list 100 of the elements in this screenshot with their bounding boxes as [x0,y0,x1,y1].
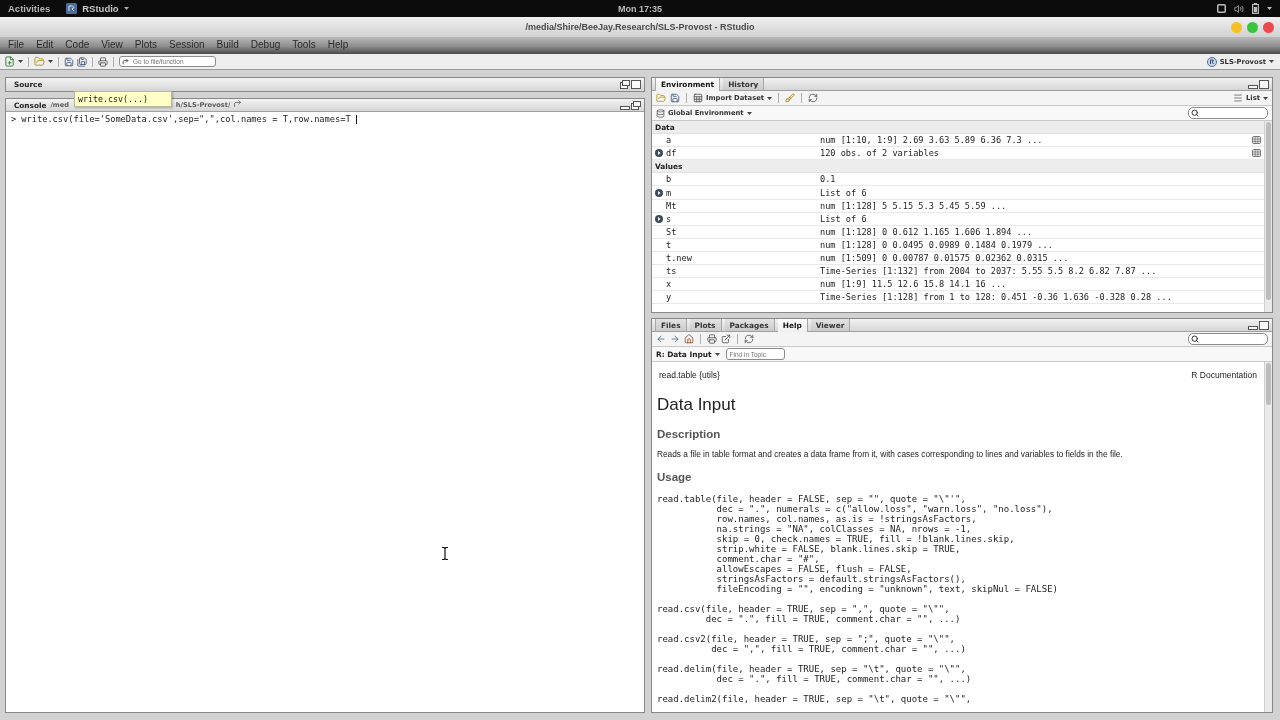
variable-name: a [666,135,673,146]
scrollbar[interactable] [1264,362,1272,712]
app-icon [66,3,78,14]
clock[interactable]: Mon 17:35 [618,3,662,14]
caret-icon [714,352,720,356]
usage-code-text: read.csv2(file, header = TRUE, sep = ";", quote = "\"", dec = ",", fill = TRUE, comment.char = "", ...) [657,634,967,654]
variable-value: List of 6 [820,213,868,224]
project-icon [1206,56,1217,67]
menu-item[interactable]: Tools [292,39,316,50]
print-icon[interactable] [98,56,108,67]
menu-item[interactable]: Build [216,39,239,50]
doc-heading: Description [657,427,722,441]
variable-value: 0.1 [820,174,837,185]
pane-maximize-icon[interactable] [1259,79,1269,89]
refresh-icon[interactable] [744,334,754,344]
variable-value: num [1:10, 1:9] 2.69 3.63 5.89 6.36 7.3 ... [820,135,1044,146]
caret-icon [746,111,752,115]
app-menu[interactable]: RStudio [66,3,129,14]
variable-value: 120 obs. of 2 variables [820,148,940,159]
grid-icon[interactable] [1251,149,1261,158]
pop-out-icon[interactable] [721,334,731,344]
variable-value: num [1:128] 0 0.612 1.165 1.606 1.894 ... [820,226,1034,237]
menu-item[interactable]: Edit [36,39,54,50]
home-icon[interactable] [684,334,694,344]
caret-icon [1267,7,1272,10]
variable-name: Mt [666,200,678,211]
menu-item[interactable]: Help [327,39,349,50]
save-icon[interactable] [64,56,74,67]
expand-icon[interactable] [655,214,663,223]
caret-icon [1263,96,1268,100]
menu-item[interactable]: Code [65,39,90,50]
console-prompt: > [11,113,17,125]
scrollbar[interactable] [1264,121,1272,312]
doc-title: Data Input [657,395,737,415]
menu-item[interactable]: File [8,39,25,50]
variable-value: Time-Series [1:128] from 1 to 128: 0.451 -0.36 1.636 -0.328 0.28 ... [820,292,1173,303]
caret-icon [18,60,23,63]
database-icon [656,108,665,118]
caret-icon [1269,60,1274,63]
caret-icon [123,7,129,10]
expand-icon[interactable] [655,188,663,197]
doc-package-label: read.table {utils} [659,370,720,380]
caret-icon [767,96,773,100]
grid-icon[interactable] [1251,136,1261,145]
variable-name: b [666,174,673,185]
search-field[interactable] [1188,107,1268,119]
pane-restore-icon[interactable] [631,100,641,110]
curved-arrow-icon[interactable] [233,99,243,108]
back-icon[interactable] [656,334,666,344]
battery-icon[interactable] [1252,3,1259,14]
brush-icon[interactable] [785,93,796,103]
square-icon[interactable] [1217,4,1226,13]
refresh-icon[interactable] [808,93,819,103]
doc-paragraph: Reads a file in table format and creates a data frame from it, with cases corresponding to lines and variables to fields in the file. [657,449,1124,460]
save-icon[interactable] [670,93,680,103]
variable-name: St [666,226,678,237]
variable-value: num [1:9] 11.5 12.6 15.8 14.1 16 ... [820,279,1008,290]
print-icon[interactable] [707,334,717,344]
menu-item[interactable]: Plots [134,39,157,50]
search-field[interactable] [1188,333,1268,345]
variable-value: List of 6 [820,187,868,198]
forward-icon[interactable] [670,334,680,344]
variable-name: m [666,187,673,198]
menu-item[interactable]: Debug [250,39,281,50]
save-all-icon[interactable] [77,56,87,67]
menu-item[interactable]: View [101,39,123,50]
variable-value: num [1:128] 5 5.15 5.3 5.45 5.59 ... [820,200,1008,211]
new-file-icon[interactable] [4,56,15,67]
usage-code-text: read.delim2(file, header = TRUE, sep = "\t", quote = "\"", [657,694,973,704]
search-icon [1191,335,1199,343]
variable-name: ts [666,266,678,277]
variable-value: num [1:509] 0 0.00787 0.01575 0.02362 0.0315 ... [820,253,1070,263]
usage-code-text: read.delim(file, header = TRUE, sep = "\t", quote = "\"", dec = ".", fill = TRUE, comment.char = "", ...) [657,664,973,684]
variable-name: y [666,292,673,303]
variable-value: num [1:128] 0 0.0495 0.0989 0.1484 0.1979 ... [820,239,1054,250]
list-icon [1233,93,1244,103]
arrow-icon [122,58,129,65]
pane-maximize-icon[interactable] [631,80,641,89]
expand-icon[interactable] [655,149,663,158]
variable-value: Time-Series [1:132] from 2004 to 2037: 5.55 5.5 8.2 6.82 7.87 ... [820,266,1158,277]
window-title: /media/Shire/BeeJay.Research/SLS-Provost - RStudio [525,22,755,32]
table-icon [693,93,703,103]
variable-name: df [666,148,678,159]
variable-name: s [666,213,673,224]
doc-heading: Usage [657,470,693,484]
close-button[interactable] [1263,21,1274,33]
doc-source-label: R Documentation [1191,370,1257,380]
usage-code-text: read.table(file, header = FALSE, sep = "", quote = "\"'", dec = ".", numerals = c("allow.loss", "warn.loss", "no.loss"), row.names, col.names, as.is = !stringsAsFactors, na.strings = "NA", colClasses = NA, nrows = -1, skip = 0, check.names = TRUE, fill = !blank.lines.skip, strip.white = FALSE, blank.lines.skip = TRUE, comment.char = "#", allowEscapes = FALSE, flush = FALSE, stringsAsFactors = default.stringsAsFactors(), fileEncoding = "", encoding = "unknown", text, skipNul = FALSE) [657,494,1059,594]
volume-icon[interactable] [1234,3,1244,14]
menu-item[interactable]: Session [169,39,205,50]
variable-name: t.new [666,253,693,263]
activities-button[interactable]: Activities [8,3,51,14]
console-input[interactable]: write.csv(file='SomeData.csv',sep=",",col.names = T,row.names=T [21,113,351,125]
pane-maximize-icon[interactable] [1259,320,1269,330]
usage-code-text: read.csv(file, header = TRUE, sep = ",", quote = "\"", dec = ".", fill = TRUE, comment.char = "", ...) [657,604,962,624]
text-cursor-icon [355,114,358,124]
pane-restore-icon[interactable] [620,80,630,89]
mouse-cursor-icon [441,547,449,560]
search-icon [1191,109,1199,117]
caret-icon [48,60,53,63]
